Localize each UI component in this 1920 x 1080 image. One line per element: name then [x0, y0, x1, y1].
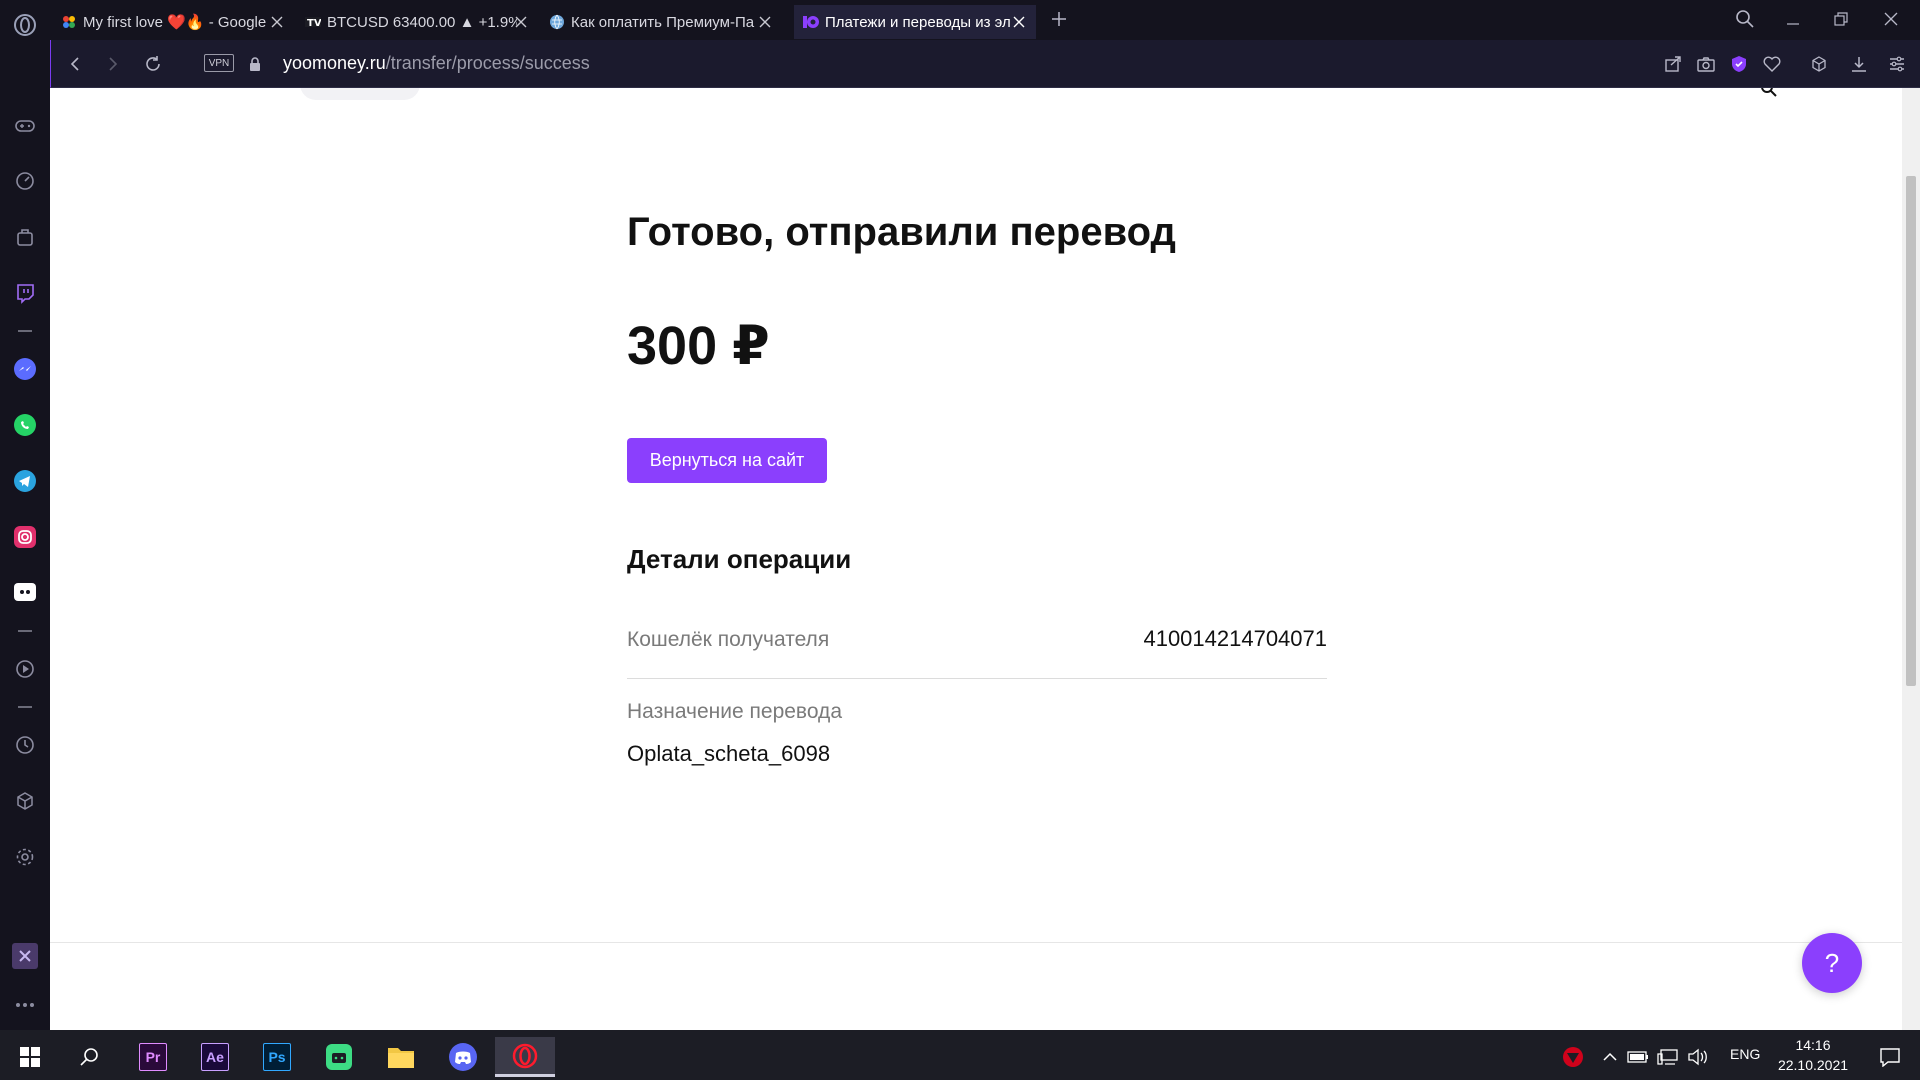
download-icon[interactable]	[1847, 52, 1871, 76]
opera-taskbar-icon[interactable]	[495, 1037, 555, 1077]
file-explorer-icon[interactable]	[371, 1037, 431, 1077]
address-bar: VPN yoomoney.ru/transfer/process/success	[50, 40, 1920, 88]
settings-icon[interactable]	[12, 844, 38, 870]
purpose-label: Назначение перевода	[627, 700, 842, 723]
notifications-icon[interactable]	[1860, 1037, 1920, 1077]
more-icon[interactable]	[12, 992, 38, 1018]
close-tab-icon[interactable]	[1010, 13, 1028, 31]
search-tabs-icon[interactable]	[1730, 4, 1760, 34]
tab-title: Как оплатить Премиум-Па	[571, 13, 755, 31]
battery-icon[interactable]	[1624, 1037, 1652, 1077]
web-page: Готово, отправили перевод 300 ₽ Вернутьс…	[50, 88, 1902, 1030]
tab-premium-payment[interactable]: Как оплатить Премиум-Па	[540, 5, 782, 39]
tab-tradingview[interactable]: TV BTCUSD 63400.00 ▲ +1.9%	[296, 5, 538, 39]
sidebar-separator	[18, 330, 32, 332]
tab-title: BTCUSD 63400.00 ▲ +1.9%	[327, 13, 517, 31]
url-path: /transfer/process/success	[385, 53, 590, 73]
photoshop-icon[interactable]: Ps	[247, 1037, 307, 1077]
return-to-site-button[interactable]: Вернуться на сайт	[627, 438, 827, 483]
url-field[interactable]: yoomoney.ru/transfer/process/success	[283, 53, 590, 74]
tab-google-photos[interactable]: My first love ❤️🔥 - Google	[52, 5, 294, 39]
adblock-shield-icon[interactable]	[1727, 52, 1751, 76]
details-divider	[627, 678, 1327, 679]
tray-app-icon[interactable]	[1555, 1037, 1591, 1077]
windows-start-icon[interactable]	[0, 1037, 60, 1077]
sidebar-separator	[18, 706, 32, 708]
vpn-badge[interactable]: VPN	[204, 54, 234, 72]
clock-time: 14:16	[1795, 1037, 1831, 1053]
scrollbar-thumb[interactable]	[1906, 176, 1916, 686]
new-tab-button[interactable]	[1044, 4, 1074, 34]
clock-date: 22.10.2021	[1777, 1057, 1849, 1073]
history-icon[interactable]	[12, 732, 38, 758]
close-window-button[interactable]	[1876, 4, 1906, 34]
whatsapp-icon[interactable]	[12, 412, 38, 438]
discord-icon[interactable]	[433, 1037, 493, 1077]
taskbar: Pr Ae Ps ENG 14:16 22.10.2021	[0, 1030, 1920, 1080]
telegram-icon[interactable]	[12, 468, 38, 494]
speed-dial-icon[interactable]	[12, 168, 38, 194]
wallet-label: Кошелёк получателя	[627, 628, 830, 651]
yoomoney-icon	[802, 13, 820, 31]
cube-tool-icon[interactable]	[1807, 52, 1831, 76]
restore-button[interactable]	[1826, 4, 1856, 34]
gamepad-icon[interactable]	[12, 113, 38, 139]
browser-sidebar	[0, 0, 50, 1030]
volume-icon[interactable]	[1684, 1037, 1712, 1077]
close-tab-icon[interactable]	[756, 13, 774, 31]
aria-icon[interactable]	[12, 943, 38, 969]
after-effects-icon[interactable]: Ae	[185, 1037, 245, 1077]
purpose-value: Oplata_scheta_6098	[627, 741, 831, 766]
svg-text:TV: TV	[307, 18, 321, 29]
transfer-amount: 300 ₽	[627, 316, 770, 376]
tab-title: Платежи и переводы из эл	[825, 13, 1011, 31]
header-pill[interactable]	[300, 88, 420, 100]
camera-icon[interactable]	[1694, 52, 1718, 76]
premiere-pro-icon[interactable]: Pr	[123, 1037, 183, 1077]
minimize-button[interactable]	[1778, 4, 1808, 34]
help-button[interactable]: ?	[1802, 933, 1862, 993]
details-title: Детали операции	[627, 544, 852, 574]
page-title: Готово, отправили перевод	[627, 210, 1176, 254]
share-icon[interactable]	[1661, 52, 1685, 76]
clock[interactable]: 14:16 22.10.2021	[1768, 1035, 1858, 1075]
easy-setup-icon[interactable]	[1885, 52, 1909, 76]
forward-icon[interactable]	[99, 50, 127, 78]
tab-yoomoney[interactable]: Платежи и переводы из эл	[794, 5, 1036, 39]
tab-title: My first love ❤️🔥 - Google	[83, 14, 267, 31]
network-icon[interactable]	[1654, 1037, 1682, 1077]
instagram-icon[interactable]	[12, 524, 38, 550]
tray-expand-icon[interactable]	[1598, 1037, 1622, 1077]
messenger-icon[interactable]	[12, 356, 38, 382]
cube-icon[interactable]	[12, 788, 38, 814]
search-icon[interactable]	[60, 1037, 120, 1077]
globe-icon	[548, 13, 566, 31]
google-photos-icon	[60, 13, 78, 31]
tradingview-icon: TV	[304, 13, 322, 31]
wallet-value: 410014214704071	[1143, 626, 1327, 651]
language-indicator[interactable]: ENG	[1730, 1046, 1760, 1062]
close-tab-icon[interactable]	[512, 13, 530, 31]
page-scrollbar[interactable]	[1902, 88, 1920, 1030]
back-icon[interactable]	[61, 50, 89, 78]
sidebar-separator	[18, 630, 32, 632]
heart-icon[interactable]	[1760, 52, 1784, 76]
twitch-icon[interactable]	[12, 280, 38, 306]
extensions-icon[interactable]	[12, 224, 38, 250]
lock-icon[interactable]	[241, 50, 269, 78]
player-icon[interactable]	[12, 656, 38, 682]
discord-sidebar-icon[interactable]	[12, 580, 38, 606]
footer-divider	[50, 942, 1902, 943]
url-host: yoomoney.ru	[283, 53, 386, 73]
android-app-icon[interactable]	[309, 1037, 369, 1077]
header-search-icon[interactable]	[1760, 88, 1778, 103]
opera-logo-icon[interactable]	[12, 12, 38, 38]
reload-icon[interactable]	[139, 50, 167, 78]
tab-bar: My first love ❤️🔥 - Google TV BTCUSD 634…	[50, 0, 1920, 40]
close-tab-icon[interactable]	[268, 13, 286, 31]
